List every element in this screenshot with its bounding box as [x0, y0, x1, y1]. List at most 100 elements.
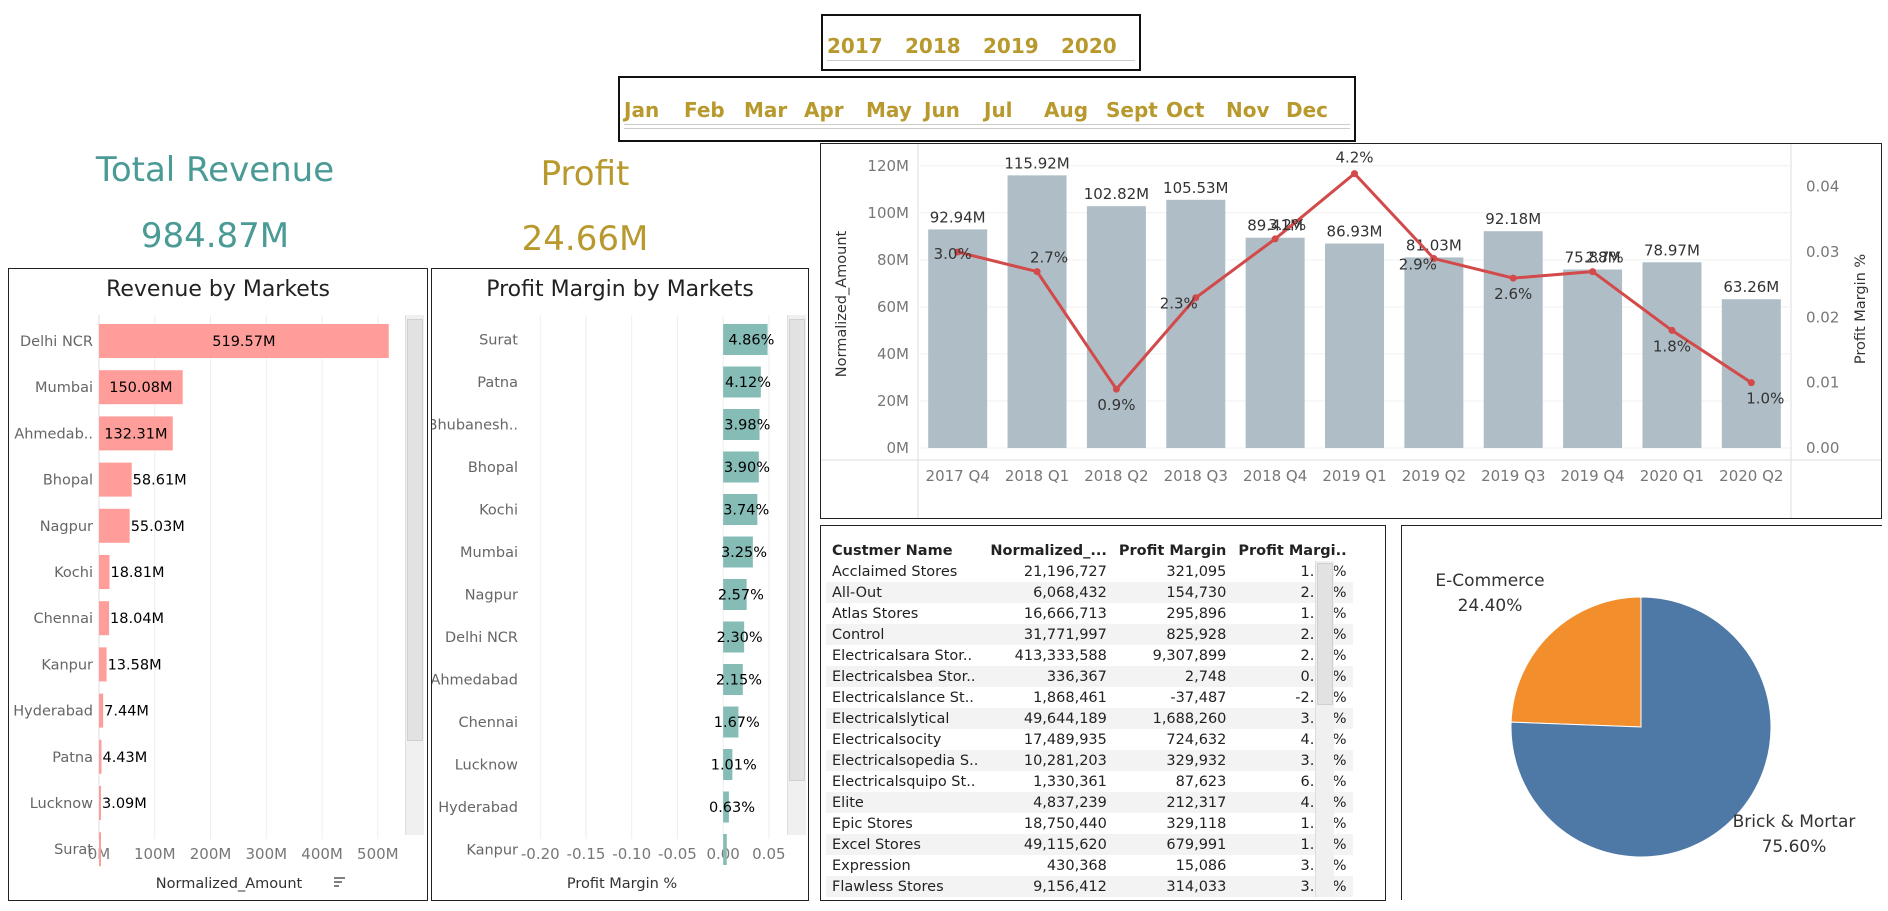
margin-category-label: Hyderabad [438, 800, 518, 816]
month-mar[interactable]: Mar [744, 98, 787, 122]
month-jan[interactable]: Jan [624, 98, 659, 122]
combo-bar [1166, 199, 1226, 448]
table-row[interactable]: Electricalsopedia S..10,281,203329,9323.… [826, 750, 1353, 771]
table-row[interactable]: Atlas Stores 16,666,713 295,896 1.78% [826, 603, 1353, 624]
combo-y2-tick: 0.01 [1806, 374, 1839, 392]
customer-name-cell: Electricalsara Stor.. [832, 647, 973, 664]
total-revenue-title: Total Revenue [95, 150, 335, 190]
margin-data-label: 2.57% [718, 588, 764, 604]
year-filter-divider [827, 60, 1135, 61]
margin-x-tick: -0.15 [567, 845, 606, 863]
customer-name-cell: Electricalsocity [832, 731, 942, 748]
margin-data-label: 2.30% [717, 630, 763, 646]
table-header-cell[interactable]: Profit Margi.. [1232, 541, 1352, 561]
total-revenue-value: 984.87M [140, 216, 290, 256]
revenue-data-label: 55.03M [131, 519, 185, 535]
customer-name-cell: Expression [832, 857, 911, 874]
table-value-cell: 3.40% [1232, 708, 1353, 729]
table-scrollbar[interactable] [1315, 561, 1334, 897]
table-row[interactable]: Expression 430,368 15,086 3.51% [826, 855, 1353, 876]
table-row[interactable]: Electricalsocity 17,489,935 724,632 4.14% [826, 729, 1353, 750]
margin-data-label: 1.01% [711, 758, 757, 774]
revenue-x-axis-label: Normalized_Amount [156, 876, 303, 892]
combo-y2-tick: 0.00 [1806, 439, 1839, 457]
combo-margin-point [1033, 268, 1041, 276]
customer-name-cell: Control [826, 624, 985, 645]
table-value-cell: 49,644,189 [984, 708, 1113, 729]
revenue-data-label: 18.81M [110, 565, 164, 581]
table-row[interactable]: Electricalslance St.. 1,868,461 -37,487 -2.… [826, 687, 1353, 708]
month-may[interactable]: May [866, 98, 912, 122]
profit-margin-panel: Profit Margin by Markets -0.20 -0.15 -0.10… [431, 268, 809, 901]
month-jun[interactable]: Jun [924, 98, 960, 122]
revenue-x-tick: 300M [246, 845, 288, 863]
year-2018[interactable]: 2018 [905, 34, 961, 58]
table-row[interactable]: Acclaimed Stores 21,196,727 321,095 1.51% [826, 561, 1353, 582]
pie-slice [1510, 596, 1642, 728]
table-value-cell: 0.82% [1232, 666, 1353, 687]
combo-x-tick: 2019 Q3 [1481, 467, 1545, 485]
table-row[interactable]: Flawless Stores9,156,412314,0333.43% [826, 876, 1353, 897]
combo-margin-point [1351, 170, 1358, 178]
margin-scrollbar[interactable] [787, 315, 806, 835]
year-2019[interactable]: 2019 [983, 34, 1039, 58]
channel-pie-chart: E-Commerce 24.40% Brick & Mortar 75.60% [1435, 571, 1855, 858]
year-2020[interactable]: 2020 [1061, 34, 1117, 58]
revenue-scroll-thumb[interactable] [407, 319, 423, 741]
margin-category-label: Patna [477, 375, 518, 391]
table-row[interactable]: Electricalsara Stor.. 413,333,588 9,307,89… [826, 645, 1353, 666]
table-row[interactable]: Control31,771,997825,9282.60% [826, 624, 1353, 645]
combo-margin-label: 3.0% [934, 245, 972, 263]
table-value-cell: 21,196,727 [1023, 563, 1107, 580]
table-header-cell[interactable]: Normalized_... [984, 541, 1113, 561]
table-row[interactable]: Electricalsquipo St.. 1,330,361 87,623 6.59… [826, 771, 1353, 792]
table-value-cell: 9,156,412 [984, 876, 1113, 897]
table-row[interactable]: Elite4,837,239212,3174.39% [826, 792, 1353, 813]
month-jul[interactable]: Jul [984, 98, 1013, 122]
margin-x-tick: 0.00 [706, 845, 739, 863]
table-value-cell: 3.21% [1232, 750, 1353, 771]
combo-bar [1483, 231, 1543, 448]
margin-scroll-thumb[interactable] [789, 319, 805, 781]
revenue-by-markets-panel: Revenue by Markets 0M100M200M300M400M500… [8, 268, 428, 901]
month-apr[interactable]: Apr [804, 98, 844, 122]
table-row[interactable]: Excel Stores49,115,620679,9911.38% [826, 834, 1353, 855]
margin-category-label: Kanpur [466, 843, 518, 859]
combo-bar [1721, 299, 1781, 448]
table-value-cell: 18,750,440 [1023, 815, 1107, 832]
table-row[interactable]: Epic Stores 18,750,440 329,118 1.76% [826, 813, 1353, 834]
margin-data-label: 3.98% [724, 418, 770, 434]
profit-title: Profit [540, 154, 630, 194]
table-value-cell: 15,086 [1175, 857, 1227, 874]
combo-bar-label: 115.92M [1004, 154, 1069, 172]
revenue-bar [99, 832, 101, 867]
combo-y-tick: 80M [877, 251, 909, 269]
month-dec[interactable]: Dec [1286, 98, 1328, 122]
year-2017[interactable]: 2017 [827, 34, 883, 58]
month-oct[interactable]: Oct [1166, 98, 1204, 122]
table-scroll-thumb[interactable] [1317, 563, 1333, 705]
combo-y2-axis-label: Profit Margin % [1853, 254, 1869, 364]
combo-margin-label: 4.2% [1335, 149, 1373, 167]
customer-name-cell: Excel Stores [826, 834, 985, 855]
revenue-data-label: 519.57M [212, 334, 275, 350]
table-row[interactable]: Electricalsbea Stor..336,3672,7480.82% [826, 666, 1353, 687]
combo-bar-label: 86.93M [1327, 223, 1383, 241]
revenue-scrollbar[interactable] [405, 315, 424, 835]
month-sept[interactable]: Sept [1106, 98, 1158, 122]
margin-category-label: Lucknow [455, 758, 518, 774]
margin-data-label: 1.67% [714, 715, 760, 731]
table-row[interactable]: All-Out6,068,432154,7302.55% [826, 582, 1353, 603]
month-nov[interactable]: Nov [1226, 98, 1270, 122]
table-value-cell: 4,837,239 [984, 792, 1113, 813]
profit-margin-bar-chart: -0.20 -0.15 -0.10 -0.05 0.00 0.05 Surat 4.86% Pa… [432, 315, 786, 892]
month-feb[interactable]: Feb [684, 98, 725, 122]
table-header-cell[interactable]: Profit Margin [1113, 541, 1233, 561]
table-header-cell[interactable]: Custmer Name [826, 541, 984, 561]
table-row[interactable]: Electricalslytical49,644,1891,688,2603.4… [826, 708, 1353, 729]
combo-margin-label: 1.8% [1653, 337, 1691, 355]
pie-value-label: 24.40% [1458, 596, 1523, 616]
combo-bar-label: 78.97M [1644, 241, 1700, 259]
month-aug[interactable]: Aug [1044, 98, 1088, 122]
month-filter-divider-2 [624, 128, 1350, 129]
